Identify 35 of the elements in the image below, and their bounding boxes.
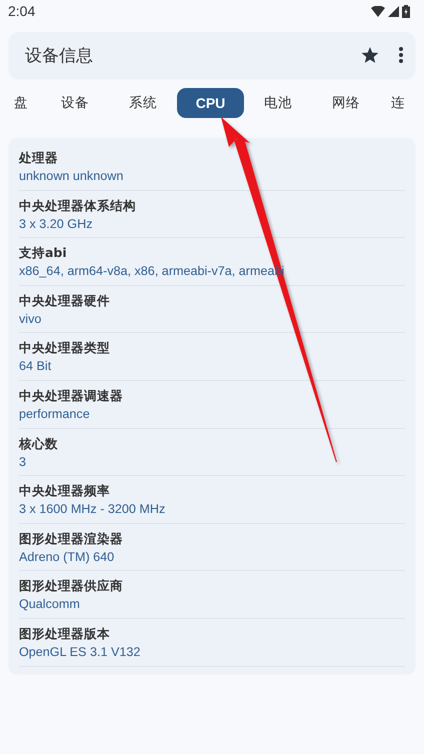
info-label: 中央处理器类型 (19, 339, 110, 358)
info-value: unknown unknown (19, 168, 124, 185)
wifi-icon (371, 6, 385, 16)
tab[interactable]: 盘 (0, 88, 41, 118)
tab[interactable]: CPU (177, 88, 244, 118)
app-title: 设备信息 (25, 44, 94, 66)
info-label: 处理器 (19, 149, 58, 167)
tab[interactable]: 系统 (109, 88, 177, 118)
info-label: 核心数 (19, 434, 58, 453)
info-value: OpenGL ES 3.1 V132 (19, 644, 140, 661)
battery-icon (402, 4, 410, 18)
info-label: 中央处理器频率 (19, 482, 110, 500)
info-value: Adreno (TM) 640 (19, 548, 114, 566)
info-label: 支持abi (19, 244, 67, 262)
info-label: 图形处理器渲染器 (19, 530, 123, 548)
tab[interactable]: 设备 (41, 88, 109, 118)
tab[interactable]: 网络 (312, 88, 380, 118)
info-label: 中央处理器硬件 (19, 292, 110, 310)
info-value: 3 x 3.20 GHz (19, 216, 92, 233)
info-value: Qualcomm (19, 596, 80, 614)
info-value: performance (19, 406, 90, 423)
more-options-icon[interactable] (399, 47, 403, 63)
info-label: 中央处理器调速器 (19, 386, 123, 405)
tab[interactable]: 电池 (244, 88, 312, 118)
status-time: 2:04 (8, 3, 36, 19)
info-value: 64 Bit (19, 358, 52, 376)
info-value: 3 (19, 454, 26, 471)
signal-icon (388, 6, 399, 16)
star-icon[interactable] (361, 46, 379, 64)
info-label: 中央处理器体系结构 (19, 196, 136, 215)
info-label: 图形处理器版本 (19, 624, 110, 643)
info-label: 图形处理器供应商 (19, 577, 123, 596)
tab[interactable]: 连 (380, 88, 420, 118)
info-value: vivo (19, 310, 42, 328)
info-value: 3 x 1600 MHz - 3200 MHz (19, 501, 166, 518)
